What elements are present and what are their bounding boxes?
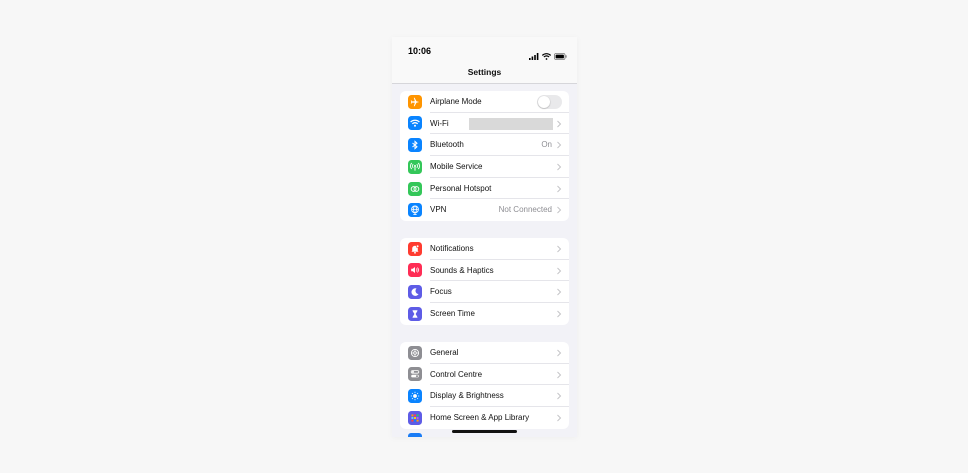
cellular-signal-icon: [529, 47, 539, 65]
speaker-icon: [408, 263, 422, 278]
switches-icon: [408, 367, 422, 382]
chevron-right-icon: [557, 245, 562, 253]
settings-row-label: Notifications: [430, 244, 474, 253]
status-bar: 10:06: [392, 37, 577, 65]
settings-row-label: Control Centre: [430, 369, 483, 379]
settings-row-value: On: [541, 140, 552, 150]
home-indicator[interactable]: [452, 430, 517, 433]
chevron-right-icon: [557, 289, 562, 296]
settings-row-screen-time[interactable]: Screen Time: [400, 303, 569, 325]
settings-row-wifi[interactable]: Wi-Fi: [400, 113, 569, 135]
settings-row-label: Screen Time: [430, 309, 475, 319]
settings-row-label: Airplane Mode: [430, 97, 482, 106]
battery-icon: [554, 47, 567, 65]
sun-icon: [408, 389, 422, 404]
settings-row-focus[interactable]: Focus: [400, 281, 569, 304]
wifi-network-name-redacted: [469, 117, 553, 130]
settings-row-notifications[interactable]: Notifications: [400, 238, 569, 260]
chevron-right-icon: [557, 267, 562, 275]
toggle-knob: [538, 96, 550, 108]
chevron-right-icon: [557, 371, 562, 379]
settings-row-label: Wi-Fi: [430, 118, 449, 128]
chevron-right-icon: [557, 142, 562, 149]
moon-icon: [408, 285, 422, 300]
settings-group-notifications: Notifications Sounds & Haptics Focus Scr…: [400, 238, 569, 325]
chevron-right-icon: [557, 393, 562, 400]
bell-icon: [408, 241, 422, 256]
settings-row-airplane-mode[interactable]: Airplane Mode: [400, 91, 569, 113]
settings-row-label: Bluetooth: [430, 140, 464, 150]
chevron-right-icon: [557, 185, 562, 193]
settings-row-general[interactable]: General: [400, 342, 569, 364]
settings-row-label: Sounds & Haptics: [430, 265, 494, 275]
hourglass-icon: [408, 306, 422, 321]
settings-row-label: Mobile Service: [430, 162, 483, 172]
settings-row-label: General: [430, 348, 459, 357]
chevron-right-icon: [557, 163, 562, 171]
chevron-right-icon: [557, 414, 562, 422]
settings-row-control-centre[interactable]: Control Centre: [400, 364, 569, 386]
hotspot-icon: [408, 181, 422, 196]
airplane-mode-toggle[interactable]: [537, 95, 562, 109]
settings-row-home-screen-app-library[interactable]: Home Screen & App Library: [400, 407, 569, 429]
chevron-right-icon: [557, 310, 562, 318]
settings-row-label: Home Screen & App Library: [430, 413, 530, 423]
settings-row-label: Focus: [430, 287, 452, 297]
chevron-right-icon: [557, 120, 562, 128]
app-grid-icon: [408, 410, 422, 425]
chevron-right-icon: [557, 349, 562, 357]
page-title: Settings: [467, 67, 502, 77]
settings-row-sounds-haptics[interactable]: Sounds & Haptics: [400, 260, 569, 282]
status-icons: [529, 47, 567, 65]
airplane-icon: [408, 94, 422, 109]
settings-row-display-brightness[interactable]: Display & Brightness: [400, 385, 569, 408]
chevron-right-icon: [557, 207, 562, 214]
wifi-icon: [408, 116, 422, 131]
bluetooth-icon: [408, 138, 422, 153]
settings-row-label: Display & Brightness: [430, 391, 504, 401]
navigation-bar: Settings: [392, 65, 577, 84]
settings-row-bluetooth[interactable]: Bluetooth On: [400, 134, 569, 157]
antenna-icon: [408, 159, 422, 174]
settings-row-mobile-service[interactable]: Mobile Service: [400, 156, 569, 178]
settings-row-personal-hotspot[interactable]: Personal Hotspot: [400, 178, 569, 200]
settings-row-label: Personal Hotspot: [430, 183, 492, 193]
settings-row-vpn[interactable]: VPN Not Connected: [400, 199, 569, 221]
status-time: 10:06: [408, 46, 432, 56]
settings-row-label: VPN: [430, 205, 447, 215]
settings-group-system: General Control Centre Display & Brightn…: [400, 342, 569, 429]
settings-group-connectivity: Airplane Mode Wi-Fi Bluetooth On Mobile …: [400, 91, 569, 222]
wifi-icon: [541, 47, 552, 65]
settings-row-value: Not Connected: [498, 205, 552, 215]
globe-icon: [408, 203, 422, 218]
settings-screen: 10:06 Settings Airplane Mode Wi-Fi Bluet…: [392, 37, 577, 437]
gear-icon: [408, 345, 422, 360]
partially-visible-row-icon: [408, 433, 422, 437]
